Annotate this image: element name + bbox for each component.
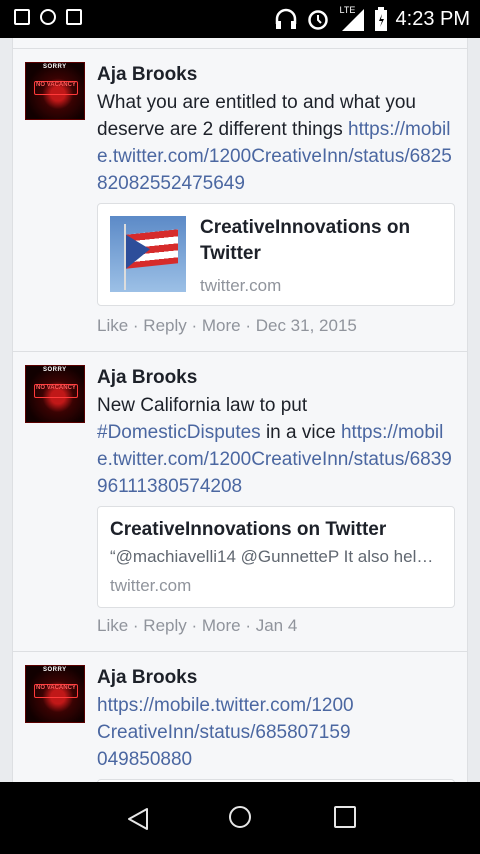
action-separator: ·	[186, 316, 202, 335]
avatar-sign-text: NO VACANCY	[34, 81, 78, 95]
battery-icon	[374, 7, 387, 31]
alarm-icon	[307, 10, 328, 30]
post-date[interactable]: Dec 31, 2015	[256, 316, 357, 335]
post-link[interactable]: https://mobile.twitter.com/1200CreativeI…	[97, 695, 354, 770]
link-thumbnail	[110, 216, 186, 292]
link-preview-card[interactable]: CreativeInnovations on Twitter twitter.c…	[97, 203, 455, 306]
post-text: What you are entitled to and what you de…	[97, 89, 457, 197]
avatar[interactable]: SORRY NO VACANCY	[25, 665, 85, 723]
reply-button[interactable]: Reply	[143, 616, 186, 635]
divider	[13, 351, 467, 352]
notification-icons	[14, 9, 82, 25]
avatar-sign-text: NO VACANCY	[34, 384, 78, 398]
post-text: https://mobile.twitter.com/1200CreativeI…	[97, 692, 357, 773]
link-preview-title: CreativeInnovations on Twitter	[200, 217, 411, 264]
signal-indicator: LTE	[338, 5, 366, 31]
post-author[interactable]: Aja Brooks	[97, 64, 197, 86]
post-text: New California law to put #DomesticDispu…	[97, 392, 457, 500]
back-icon[interactable]	[127, 807, 149, 831]
post-text-body: in a vice	[260, 422, 341, 443]
post-text-body: New California law to put	[97, 395, 308, 416]
recent-apps-icon[interactable]	[334, 806, 356, 828]
divider	[13, 48, 467, 49]
like-button[interactable]: Like	[97, 316, 128, 335]
upload-notification-icon	[14, 9, 30, 25]
flag-image	[126, 229, 178, 269]
post-date[interactable]: Jan 4	[256, 616, 298, 635]
link-preview-domain: twitter.com	[110, 576, 192, 595]
clock: 4:23 PM	[395, 8, 470, 30]
post-feed[interactable]: SORRY NO VACANCY Aja Brooks What you are…	[12, 38, 468, 782]
link-preview-domain: twitter.com	[200, 276, 282, 295]
action-separator: ·	[240, 616, 256, 635]
like-button[interactable]: Like	[97, 616, 128, 635]
avatar[interactable]: SORRY NO VACANCY	[25, 62, 85, 120]
post-author[interactable]: Aja Brooks	[97, 667, 197, 689]
headset-icon	[275, 8, 296, 29]
divider	[13, 651, 467, 652]
hotspot-notification-icon	[40, 9, 56, 25]
avatar[interactable]: SORRY NO VACANCY	[25, 365, 85, 423]
link-preview-title: CreativeInnovations on Twitter	[110, 519, 387, 540]
image-notification-icon	[66, 9, 82, 25]
more-button[interactable]: More	[202, 616, 241, 635]
reply-button[interactable]: Reply	[143, 316, 186, 335]
post-author[interactable]: Aja Brooks	[97, 367, 197, 389]
avatar-sorry-text: SORRY	[43, 64, 67, 70]
hashtag-link[interactable]: #DomesticDisputes	[97, 422, 261, 443]
more-button[interactable]: More	[202, 316, 241, 335]
navigation-bar	[0, 782, 480, 854]
post-actions: Like · Reply · More · Dec 31, 2015	[97, 316, 357, 336]
link-preview-card[interactable]: CreativeInnovations on Twitter “@machiav…	[97, 506, 455, 608]
status-bar: LTE 4:23 PM	[0, 0, 480, 38]
avatar-sorry-text: SORRY	[43, 367, 67, 373]
avatar-sign-text: NO VACANCY	[34, 684, 78, 698]
signal-icon	[341, 9, 364, 31]
post-actions: Like · Reply · More · Jan 4	[97, 616, 297, 636]
action-separator: ·	[186, 616, 202, 635]
link-preview-description: “@machiavelli14 @GunnetteP It also hel…	[110, 547, 434, 566]
avatar-sorry-text: SORRY	[43, 667, 67, 673]
action-separator: ·	[128, 316, 144, 335]
action-separator: ·	[240, 316, 256, 335]
home-icon[interactable]	[229, 806, 251, 828]
action-separator: ·	[128, 616, 144, 635]
system-icons: LTE 4:23 PM	[274, 5, 470, 32]
